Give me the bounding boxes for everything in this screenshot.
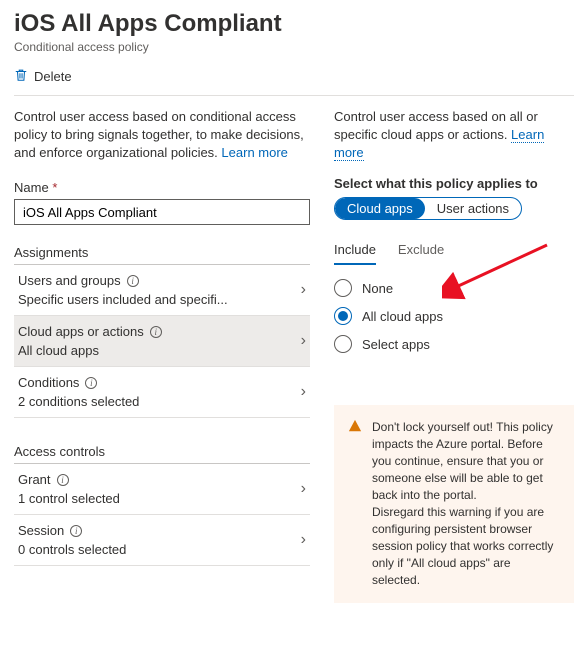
chevron-right-icon: › bbox=[301, 281, 306, 299]
info-icon[interactable]: i bbox=[85, 377, 97, 389]
info-icon[interactable]: i bbox=[70, 525, 82, 537]
right-intro: Control user access based on all or spec… bbox=[334, 108, 574, 162]
access-controls-heading: Access controls bbox=[14, 444, 310, 464]
assignments-heading: Assignments bbox=[14, 245, 310, 265]
left-intro: Control user access based on conditional… bbox=[14, 108, 310, 162]
info-icon[interactable]: i bbox=[57, 474, 69, 486]
access-control-grant[interactable]: Grant i 1 control selected › bbox=[14, 464, 310, 515]
warning-icon bbox=[348, 419, 362, 589]
radio-all-cloud-apps[interactable]: All cloud apps bbox=[334, 307, 574, 325]
info-icon[interactable]: i bbox=[150, 326, 162, 338]
page-subtitle: Conditional access policy bbox=[14, 40, 574, 54]
trash-icon bbox=[14, 68, 28, 85]
radio-icon bbox=[334, 307, 352, 325]
chevron-right-icon: › bbox=[301, 332, 306, 350]
info-icon[interactable]: i bbox=[127, 275, 139, 287]
applies-to-toggle: Cloud apps User actions bbox=[334, 197, 522, 220]
applies-to-heading: Select what this policy applies to bbox=[334, 176, 574, 191]
assignment-cloud-apps[interactable]: Cloud apps or actions i All cloud apps › bbox=[14, 316, 310, 367]
access-control-session[interactable]: Session i 0 controls selected › bbox=[14, 515, 310, 566]
pill-cloud-apps[interactable]: Cloud apps bbox=[335, 198, 425, 219]
tab-exclude[interactable]: Exclude bbox=[398, 242, 444, 265]
warning-box: Don't lock yourself out! This policy imp… bbox=[334, 405, 574, 603]
divider bbox=[14, 95, 574, 96]
warning-text: Don't lock yourself out! This policy imp… bbox=[372, 419, 558, 589]
chevron-right-icon: › bbox=[301, 531, 306, 549]
radio-none[interactable]: None bbox=[334, 279, 574, 297]
radio-icon bbox=[334, 335, 352, 353]
pill-user-actions[interactable]: User actions bbox=[425, 198, 521, 219]
name-input[interactable] bbox=[14, 199, 310, 225]
delete-button[interactable]: Delete bbox=[14, 68, 72, 85]
page-title: iOS All Apps Compliant bbox=[14, 10, 574, 38]
assignment-users-groups[interactable]: Users and groups i Specific users includ… bbox=[14, 265, 310, 316]
radio-select-apps[interactable]: Select apps bbox=[334, 335, 574, 353]
radio-icon bbox=[334, 279, 352, 297]
delete-label: Delete bbox=[34, 69, 72, 84]
learn-more-link-left[interactable]: Learn more bbox=[221, 145, 287, 160]
chevron-right-icon: › bbox=[301, 383, 306, 401]
tab-include[interactable]: Include bbox=[334, 242, 376, 265]
chevron-right-icon: › bbox=[301, 480, 306, 498]
name-label: Name * bbox=[14, 180, 310, 195]
assignment-conditions[interactable]: Conditions i 2 conditions selected › bbox=[14, 367, 310, 418]
